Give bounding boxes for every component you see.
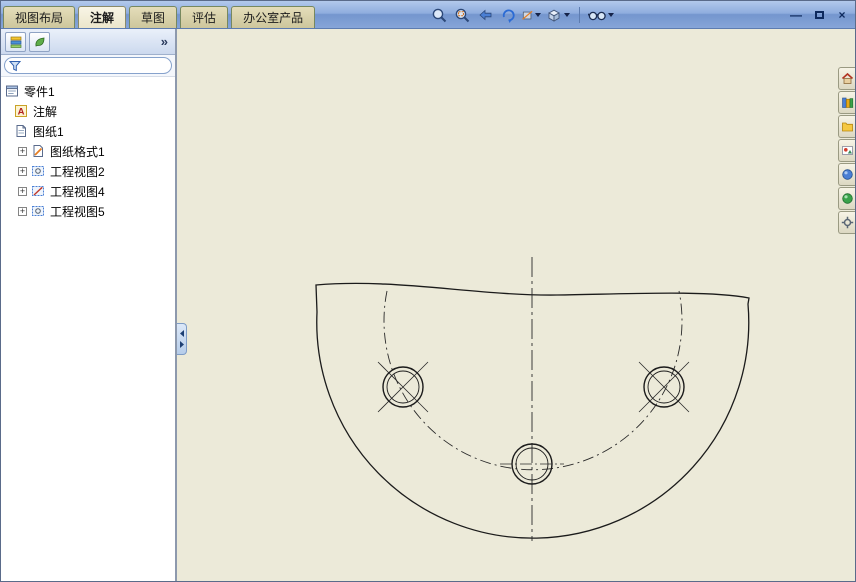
view-cube-icon — [548, 9, 560, 22]
previous-view-button[interactable] — [475, 4, 495, 26]
expand-plus-icon[interactable]: + — [18, 186, 27, 196]
collapse-right-arrow-icon — [179, 341, 184, 348]
tree-filter-input[interactable] — [24, 59, 167, 72]
drawing-sheet[interactable] — [177, 29, 855, 582]
tree-item-label: 零件1 — [24, 84, 55, 99]
blue-sphere-icon — [841, 169, 853, 180]
solidworks-resources-button[interactable] — [838, 67, 855, 90]
heads-up-toolbar — [429, 4, 615, 26]
feature-tree-icon — [10, 36, 21, 48]
drawing-view-semicircular-plate[interactable] — [315, 257, 750, 541]
tree-item-sheet-format[interactable]: + 图纸格式1 — [1, 141, 175, 161]
ribbon-tabs: 视图布局 注解 草图 评估 办公室产品 — [3, 6, 316, 28]
hole-left[interactable] — [377, 361, 429, 413]
feature-manager-tab-button[interactable] — [5, 31, 26, 52]
leaf-icon — [35, 37, 44, 47]
sheet-format-icon — [31, 144, 46, 158]
folder-icon — [841, 122, 853, 132]
plate-outline — [315, 282, 750, 539]
custom-properties-button[interactable] — [838, 211, 855, 234]
zoom-fit-button[interactable] — [429, 4, 449, 26]
property-manager-tab-button[interactable] — [29, 31, 50, 52]
feature-tree: 零件1 A 注解 图纸1 + 图纸格式1 + 工程视图2 + 工程视图4 + 工… — [1, 77, 175, 581]
tree-item-label: 图纸格式1 — [50, 144, 105, 159]
part-document-icon — [5, 84, 20, 98]
toolbar-separator — [579, 7, 580, 23]
ribbon-bar: 视图布局 注解 草图 评估 办公室产品 — × — [1, 1, 855, 29]
maximize-button[interactable] — [812, 8, 826, 22]
filter-row — [1, 55, 175, 77]
tree-item-label: 注解 — [33, 104, 58, 119]
drawing-view-icon — [31, 164, 46, 178]
section-view-button[interactable] — [521, 4, 541, 26]
magnifier-area-icon — [455, 8, 469, 22]
panel-header: » — [1, 29, 175, 55]
expand-plus-icon[interactable]: + — [18, 146, 27, 156]
view-palette-button[interactable] — [838, 139, 855, 162]
tree-item-annotations[interactable]: A 注解 — [1, 101, 175, 121]
tree-item-label: 工程视图2 — [50, 164, 105, 179]
bolt-circle-centerline — [383, 290, 683, 471]
appearances-button[interactable] — [838, 163, 855, 186]
maximize-icon — [814, 11, 824, 19]
close-button[interactable]: × — [835, 8, 849, 22]
tree-item-drawing-view4[interactable]: + 工程视图4 — [1, 181, 175, 201]
green-sphere-icon — [841, 193, 853, 204]
svg-text:A: A — [18, 107, 25, 118]
home-icon — [841, 72, 853, 84]
rotate-arrows-icon — [502, 9, 515, 23]
drawing-view-section-icon — [31, 184, 46, 198]
section-view-icon — [522, 10, 533, 20]
hole-right[interactable] — [638, 361, 690, 413]
annotations-icon: A — [14, 104, 29, 118]
scenes-button[interactable] — [838, 187, 855, 210]
graphics-area[interactable] — [177, 29, 855, 582]
tab-sketch[interactable]: 草图 — [129, 6, 178, 28]
dropdown-caret-icon — [608, 13, 614, 17]
tab-view-layout[interactable]: 视图布局 — [3, 6, 76, 28]
tree-item-drawing-view5[interactable]: + 工程视图5 — [1, 201, 175, 221]
glasses-icon — [588, 11, 606, 20]
zoom-area-button[interactable] — [452, 4, 472, 26]
task-pane-strip — [838, 67, 855, 234]
sheet-icon — [14, 124, 29, 138]
gear-icon — [841, 216, 853, 229]
view-orientation-button[interactable] — [544, 4, 572, 26]
filter-box — [4, 57, 172, 74]
collapse-left-arrow-icon — [179, 330, 184, 337]
expand-plus-icon[interactable]: + — [18, 206, 27, 216]
panel-expand-chevron[interactable]: » — [158, 34, 171, 49]
tree-item-drawing-view2[interactable]: + 工程视图2 — [1, 161, 175, 181]
display-style-button[interactable] — [587, 4, 615, 26]
minimize-button[interactable]: — — [789, 8, 803, 22]
tab-office-products[interactable]: 办公室产品 — [231, 6, 316, 28]
filter-funnel-icon — [9, 60, 21, 71]
dropdown-caret-icon — [564, 13, 570, 17]
design-library-button[interactable] — [838, 91, 855, 114]
library-books-icon — [841, 97, 853, 108]
feature-manager-panel: » 零件1 A 注解 图纸1 + 图纸格式1 + 工程视图2 + 工程视图4 +… — [1, 29, 177, 581]
tree-item-label: 图纸1 — [33, 124, 64, 139]
magnifier-icon — [432, 8, 446, 22]
solidworks-window: 视图布局 注解 草图 评估 办公室产品 — × » 零件1 A 注解 图纸1 +… — [0, 0, 856, 582]
panel-collapse-handle[interactable] — [177, 323, 187, 355]
dropdown-caret-icon — [535, 13, 541, 17]
drawing-view-icon — [31, 204, 46, 218]
tree-item-part[interactable]: 零件1 — [1, 81, 175, 101]
tab-annotation[interactable]: 注解 — [78, 6, 127, 28]
tree-item-label: 工程视图4 — [50, 184, 105, 199]
window-controls: — × — [789, 8, 849, 22]
expand-plus-icon[interactable]: + — [18, 166, 27, 176]
file-explorer-button[interactable] — [838, 115, 855, 138]
view-palette-icon — [841, 146, 853, 155]
previous-view-arrow-icon — [478, 9, 491, 20]
tree-item-sheet[interactable]: 图纸1 — [1, 121, 175, 141]
tab-evaluate[interactable]: 评估 — [180, 6, 229, 28]
rotate-view-button[interactable] — [498, 4, 518, 26]
main-content: » 零件1 A 注解 图纸1 + 图纸格式1 + 工程视图2 + 工程视图4 +… — [1, 29, 855, 582]
tree-item-label: 工程视图5 — [50, 204, 105, 219]
